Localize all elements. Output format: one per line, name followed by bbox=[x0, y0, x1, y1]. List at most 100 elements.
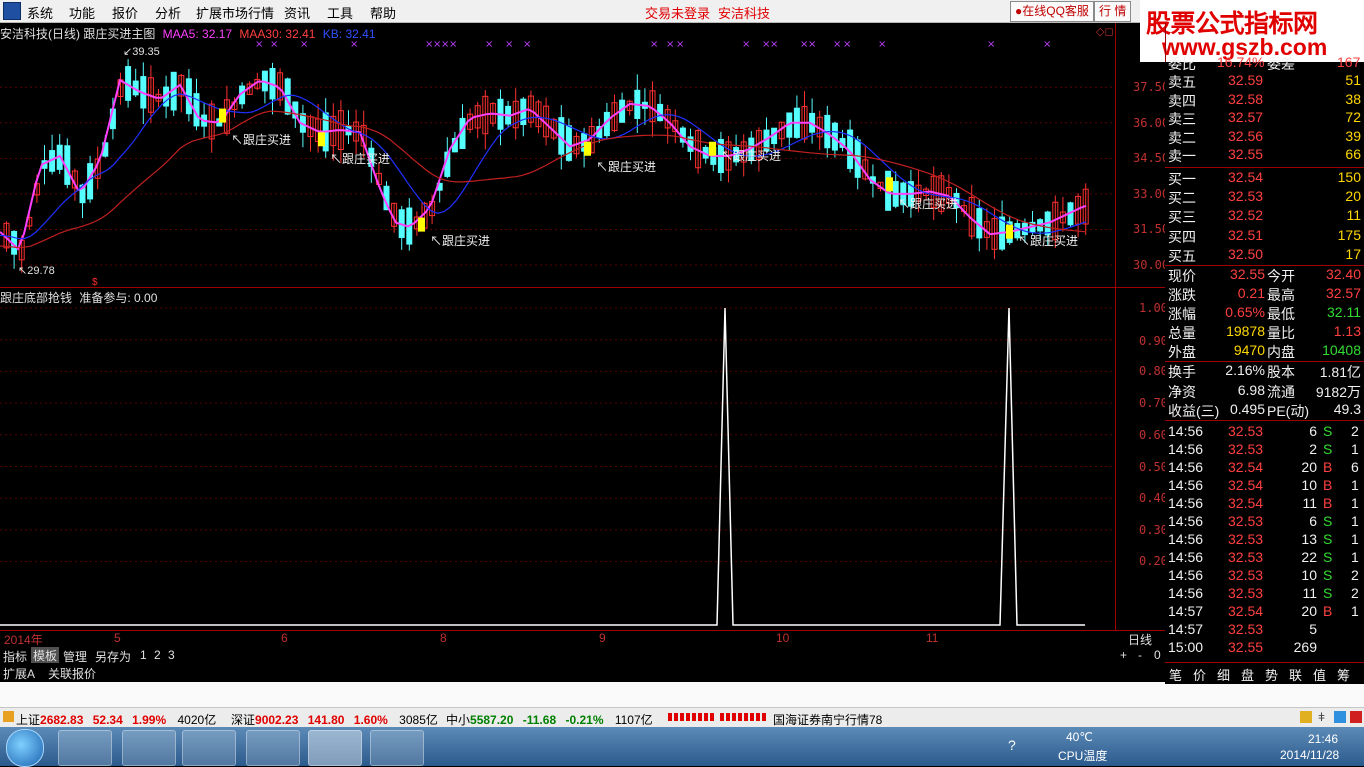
quote-tab[interactable]: 势 bbox=[1265, 665, 1278, 684]
tab-3[interactable]: 3 bbox=[168, 648, 175, 662]
y-tick-label: 33.00 bbox=[1133, 187, 1170, 201]
tab-template[interactable]: 模板 bbox=[31, 647, 60, 664]
candlestick-chart[interactable]: × × × × × × × × × × × × × × × × × × × × × × × ×↖跟庄买进↖跟庄买进↖跟庄买进↖… bbox=[0, 23, 1115, 287]
reset-button[interactable]: 0 bbox=[1154, 648, 1161, 662]
tick-count: 1 bbox=[1351, 477, 1359, 493]
bid-row[interactable]: 买三 32.52 11 bbox=[1165, 207, 1364, 225]
ticker-sz[interactable]: 深证9002.23 141.80 1.60% 3085亿 bbox=[231, 711, 438, 728]
fundamental-value: 9182万 bbox=[1315, 383, 1361, 400]
signal-marker-icon: × bbox=[666, 39, 674, 50]
fundamental-row[interactable]: 收益(三) 0.495 PE(动) 49.3 bbox=[1165, 401, 1364, 419]
start-button-icon[interactable] bbox=[6, 729, 44, 767]
tick-side: S bbox=[1323, 567, 1333, 583]
indicator-chart[interactable] bbox=[0, 288, 1115, 630]
ticker-zx[interactable]: 中小5587.20 -11.68 -0.21% 1107亿 bbox=[446, 711, 653, 728]
login-status[interactable]: 交易未登录 bbox=[645, 3, 710, 22]
menu-info[interactable]: 资讯 bbox=[284, 3, 310, 22]
quote-tab[interactable]: 笔 bbox=[1169, 665, 1182, 684]
tick-row[interactable]: 14:56 32.53 6 S 1 bbox=[1165, 513, 1364, 531]
high-price-marker: ↙39.35 bbox=[123, 46, 160, 58]
bid-row[interactable]: 买五 32.50 17 bbox=[1165, 246, 1364, 264]
stat-label: 最低 bbox=[1267, 306, 1295, 322]
stat-row[interactable]: 现价 32.55 今开 32.40 bbox=[1165, 266, 1364, 284]
quote-tab[interactable]: 联 bbox=[1289, 665, 1302, 684]
clock-time[interactable]: 21:46 bbox=[1308, 732, 1338, 746]
stat-row[interactable]: 总量 19878 量比 1.13 bbox=[1165, 323, 1364, 341]
price-chart-panel[interactable]: 安洁科技(日线) 跟庄买进主图 MAA5: 32.17 MAA30: 32.41… bbox=[0, 23, 1115, 287]
ask-price: 32.59 bbox=[1228, 72, 1264, 88]
fundamental-row[interactable]: 净资 6.98 流通 9182万 bbox=[1165, 382, 1364, 400]
y-tick-label: 30.00 bbox=[1133, 258, 1170, 272]
diamond-icon[interactable]: ◇◻ bbox=[1096, 25, 1114, 38]
tray-icon[interactable] bbox=[1300, 711, 1312, 723]
tick-row[interactable]: 14:57 32.53 5 bbox=[1165, 621, 1364, 639]
tick-row[interactable]: 14:56 32.53 10 S 2 bbox=[1165, 567, 1364, 585]
tick-row[interactable]: 15:00 32.55 269 bbox=[1165, 639, 1364, 657]
zoom-in-button[interactable]: + bbox=[1120, 648, 1127, 662]
quote-mode-button[interactable]: 行 情 bbox=[1094, 1, 1132, 22]
tick-row[interactable]: 14:56 32.53 11 S 2 bbox=[1165, 585, 1364, 603]
menu-ext-market[interactable]: 扩展市场行情 bbox=[196, 3, 274, 22]
menu-system[interactable]: 系统 bbox=[27, 3, 53, 22]
tab-related-quote[interactable]: 关联报价 bbox=[48, 665, 96, 682]
tray-icon[interactable] bbox=[1334, 711, 1346, 723]
tick-row[interactable]: 14:56 32.53 22 S 1 bbox=[1165, 549, 1364, 567]
taskbar-cloud-icon[interactable] bbox=[246, 730, 300, 766]
tick-row[interactable]: 14:56 32.54 10 B 1 bbox=[1165, 477, 1364, 495]
ask-row[interactable]: 卖三 32.57 72 bbox=[1165, 109, 1364, 127]
tick-row[interactable]: 14:56 32.54 11 B 1 bbox=[1165, 495, 1364, 513]
quote-tab[interactable]: 价 bbox=[1193, 665, 1206, 684]
tab-2[interactable]: 2 bbox=[154, 648, 161, 662]
time-label: 10 bbox=[776, 631, 790, 645]
stat-row[interactable]: 涨跌 0.21 最高 32.57 bbox=[1165, 285, 1364, 303]
quote-tab[interactable]: 细 bbox=[1217, 665, 1230, 684]
ask-row[interactable]: 卖四 32.58 38 bbox=[1165, 91, 1364, 109]
menu-help[interactable]: 帮助 bbox=[370, 3, 396, 22]
menu-quote[interactable]: 报价 bbox=[112, 3, 138, 22]
ask-row[interactable]: 卖二 32.56 39 bbox=[1165, 128, 1364, 146]
stat-row[interactable]: 涨幅 0.65% 最低 32.11 bbox=[1165, 304, 1364, 322]
menu-analysis[interactable]: 分析 bbox=[155, 3, 181, 22]
signal-icon[interactable]: ǂ bbox=[1318, 710, 1325, 724]
tray-icon[interactable] bbox=[1350, 711, 1362, 723]
tick-row[interactable]: 14:56 32.53 13 S 1 bbox=[1165, 531, 1364, 549]
ask-volume: 39 bbox=[1345, 127, 1361, 144]
tick-row[interactable]: 14:56 32.54 20 B 6 bbox=[1165, 459, 1364, 477]
taskbar-media-icon[interactable] bbox=[182, 730, 236, 766]
taskbar-stock-app-icon[interactable] bbox=[308, 730, 362, 766]
ask-row[interactable]: 卖一 32.55 66 bbox=[1165, 146, 1364, 164]
tick-row[interactable]: 14:56 32.53 6 S 2 bbox=[1165, 423, 1364, 441]
ask-row[interactable]: 卖五 32.59 51 bbox=[1165, 72, 1364, 90]
ticker-sh[interactable]: 上证2682.83 52.34 1.99% 4020亿 bbox=[16, 711, 216, 728]
label: 委比 bbox=[1168, 56, 1196, 72]
order-ratio-row[interactable]: 委比 16.74% 委差 167 bbox=[1165, 54, 1364, 72]
bid-row[interactable]: 买四 32.51 175 bbox=[1165, 227, 1364, 245]
tab-1[interactable]: 1 bbox=[140, 648, 147, 662]
fundamental-row[interactable]: 换手 2.16% 股本 1.81亿 bbox=[1165, 362, 1364, 380]
help-icon[interactable]: ? bbox=[1008, 737, 1016, 753]
zoom-out-button[interactable]: - bbox=[1138, 648, 1142, 662]
tab-ext-a[interactable]: 扩展A bbox=[3, 665, 35, 682]
menu-function[interactable]: 功能 bbox=[69, 3, 95, 22]
qq-service-button[interactable]: ●在线QQ客服 bbox=[1010, 1, 1094, 22]
quote-tab[interactable]: 筹 bbox=[1337, 665, 1350, 684]
stat-row[interactable]: 外盘 9470 内盘 10408 bbox=[1165, 342, 1364, 360]
indicator-panel[interactable]: 跟庄底部抢钱 准备参与: 0.00 bbox=[0, 288, 1115, 630]
taskbar-app-icon[interactable] bbox=[58, 730, 112, 766]
ticker-icon[interactable] bbox=[3, 711, 14, 722]
tick-row[interactable]: 14:56 32.53 2 S 1 bbox=[1165, 441, 1364, 459]
app-logo-icon[interactable] bbox=[3, 2, 21, 20]
menu-tools[interactable]: 工具 bbox=[327, 3, 353, 22]
taskbar-ie-icon[interactable] bbox=[370, 730, 424, 766]
bid-row[interactable]: 买二 32.53 20 bbox=[1165, 188, 1364, 206]
tick-time: 14:56 bbox=[1168, 585, 1204, 601]
bid-price: 32.50 bbox=[1228, 245, 1264, 262]
clock-date[interactable]: 2014/11/28 bbox=[1280, 748, 1339, 762]
tick-row[interactable]: 14:57 32.54 20 B 1 bbox=[1165, 603, 1364, 621]
tick-price: 32.53 bbox=[1228, 513, 1264, 529]
brand-watermark: 股票公式指标网 www.gszb.com bbox=[1140, 0, 1364, 62]
quote-tab[interactable]: 盘 bbox=[1241, 665, 1254, 684]
bid-row[interactable]: 买一 32.54 150 bbox=[1165, 169, 1364, 187]
quote-tab[interactable]: 值 bbox=[1313, 665, 1326, 684]
taskbar-folder-icon[interactable] bbox=[122, 730, 176, 766]
